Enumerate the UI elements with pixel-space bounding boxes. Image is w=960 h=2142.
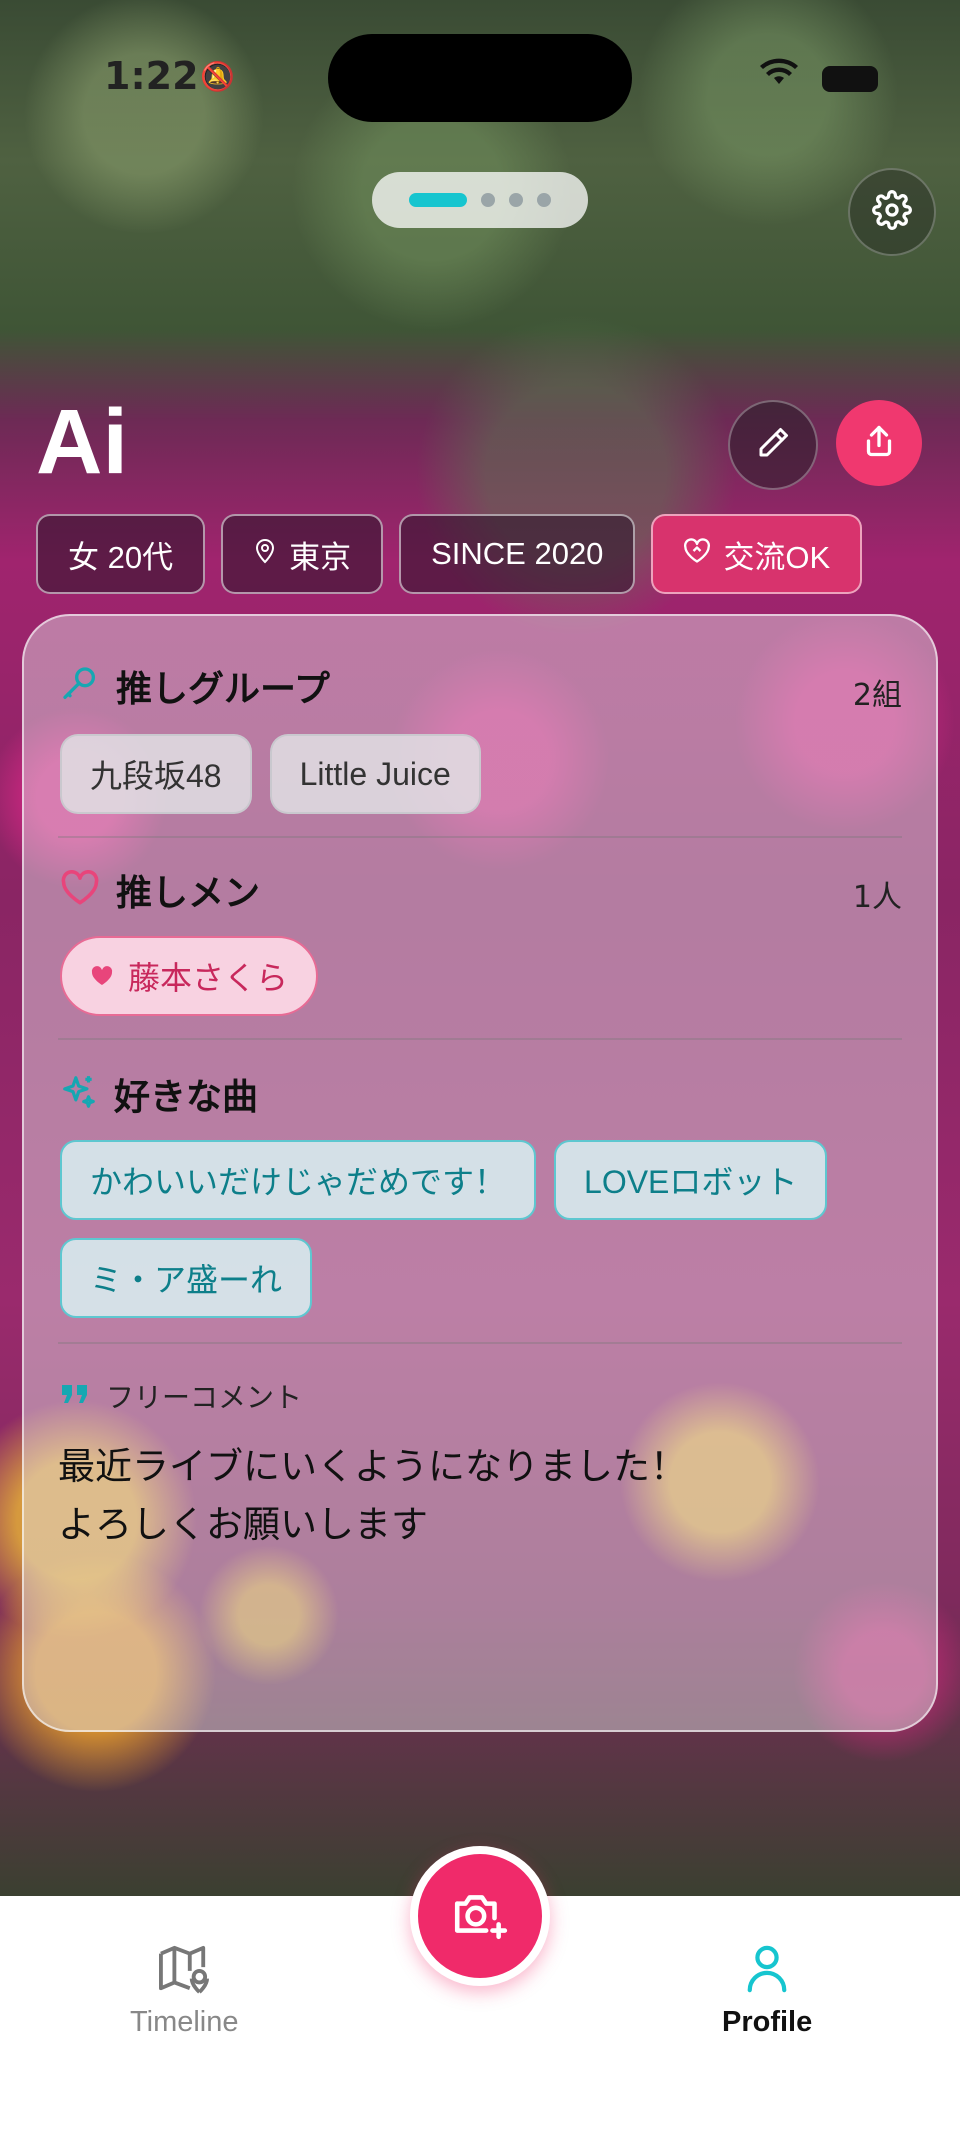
page-dot[interactable] — [537, 193, 551, 207]
tab-profile[interactable]: Profile — [722, 1944, 812, 2039]
members-section-header: 推しメン — [60, 864, 260, 916]
quote-icon — [60, 1381, 90, 1411]
divider — [58, 836, 902, 838]
comment-section-header: フリーコメント — [60, 1376, 302, 1416]
share-button[interactable] — [836, 400, 922, 486]
song-chip[interactable]: LOVEロボット — [554, 1140, 828, 1220]
exchange-label: 交流OK — [723, 539, 831, 575]
person-icon — [744, 1944, 790, 1998]
user-name: Ai — [36, 391, 128, 493]
location-tag: 東京 — [221, 514, 384, 594]
bell-slash-icon: 🔕 — [200, 60, 235, 93]
dynamic-island — [328, 34, 632, 122]
profile-card: 推しグループ 2組 九段坂48 Little Juice 推しメン 1人 藤本さ… — [22, 614, 938, 1732]
heart-filled-icon — [90, 958, 114, 995]
microphone-icon — [60, 664, 100, 708]
map-icon — [157, 1944, 211, 1998]
location-label: 東京 — [289, 539, 352, 575]
groups-count: 2組 — [852, 678, 902, 713]
songs-section-header: 好きな曲 — [60, 1068, 258, 1120]
share-icon — [861, 423, 897, 463]
groups-section-header: 推しグループ — [60, 660, 330, 712]
settings-button[interactable] — [848, 168, 936, 256]
songs-title: 好きな曲 — [114, 1077, 259, 1118]
divider — [58, 1038, 902, 1040]
page-dot[interactable] — [509, 193, 523, 207]
status-time: 1:22 — [104, 54, 199, 98]
exchange-ok-tag: 交流OK — [651, 514, 863, 594]
gender-age-label: 女 20代 — [68, 539, 174, 575]
edit-profile-button[interactable] — [728, 400, 818, 490]
gender-age-tag: 女 20代 — [36, 514, 206, 594]
members-title: 推しメン — [116, 873, 261, 914]
divider — [58, 1342, 902, 1344]
profile-tags: 女 20代 東京 SINCE 2020 交流OK — [36, 514, 863, 594]
groups-title: 推しグループ — [116, 669, 330, 710]
gear-icon — [872, 190, 912, 234]
comment-body: 最近ライブにいくようになりました！ よろしくお願いします — [58, 1445, 687, 1546]
pencil-icon — [755, 425, 791, 465]
group-chip[interactable]: Little Juice — [269, 734, 481, 814]
camera-plus-icon — [451, 1888, 509, 1944]
since-tag: SINCE 2020 — [399, 514, 636, 594]
members-count: 1人 — [852, 880, 902, 915]
map-pin-icon — [253, 536, 277, 572]
tab-timeline-label: Timeline — [130, 2006, 239, 2038]
group-chip[interactable]: 九段坂48 — [60, 734, 252, 814]
groups-chips: 九段坂48 Little Juice — [60, 734, 900, 814]
heart-handshake-icon — [683, 536, 711, 572]
song-chip[interactable]: ミ・ア盛ーれ — [60, 1238, 313, 1318]
page-dot[interactable] — [481, 193, 495, 207]
wifi-icon — [760, 58, 798, 96]
page-indicator[interactable] — [372, 172, 588, 228]
song-chip[interactable]: かわいいだけじゃだめです！ — [60, 1140, 537, 1220]
sparkles-icon — [60, 1073, 98, 1115]
since-label: SINCE 2020 — [431, 536, 604, 571]
member-chip-label: 藤本さくら — [128, 960, 289, 996]
page-dot[interactable] — [409, 193, 467, 207]
members-chips: 藤本さくら — [60, 936, 900, 1016]
camera-post-button[interactable] — [410, 1846, 550, 1986]
tab-profile-label: Profile — [722, 2006, 813, 2038]
member-chip[interactable]: 藤本さくら — [60, 936, 319, 1016]
songs-chips: かわいいだけじゃだめです！ LOVEロボット ミ・ア盛ーれ — [60, 1140, 900, 1318]
comment-title: フリーコメント — [106, 1381, 303, 1414]
heart-outline-icon — [60, 870, 100, 910]
battery-icon — [822, 66, 878, 92]
tab-timeline[interactable]: Timeline — [130, 1944, 239, 2039]
